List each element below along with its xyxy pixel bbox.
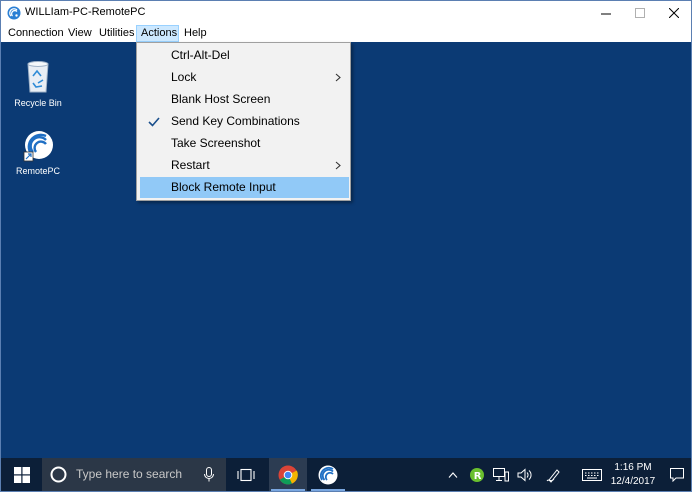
- start-button[interactable]: [1, 458, 42, 491]
- menu-item-label: Block Remote Input: [171, 180, 276, 194]
- search-placeholder: Type here to search: [76, 467, 183, 481]
- window-title: WILLIam-PC-RemotePC: [25, 6, 146, 18]
- remotepc-app-icon: [7, 6, 21, 20]
- menu-connection[interactable]: Connection: [4, 25, 68, 42]
- desktop-icon-label: Recycle Bin: [14, 98, 62, 108]
- chevron-up-icon: [448, 471, 458, 478]
- minimize-icon: [601, 13, 611, 15]
- desktop-icon-label: RemotePC: [15, 166, 60, 176]
- menu-item-take-screenshot[interactable]: Take Screenshot: [140, 133, 349, 154]
- show-hidden-icons-button[interactable]: [443, 458, 463, 491]
- menu-view[interactable]: View: [64, 25, 96, 42]
- menu-item-label: Lock: [171, 70, 197, 84]
- menu-item-restart[interactable]: Restart: [140, 155, 349, 176]
- touch-keyboard-button[interactable]: [579, 458, 605, 491]
- menu-bar: Connection View Utilities Actions Help: [1, 25, 691, 42]
- maximize-button[interactable]: [623, 1, 657, 25]
- title-bar: WILLIam-PC-RemotePC: [1, 1, 691, 25]
- windows-logo-icon: [13, 466, 30, 483]
- menu-item-ctrl-alt-del[interactable]: Ctrl-Alt-Del: [140, 45, 349, 66]
- pen-workspace-button[interactable]: [543, 458, 565, 491]
- chrome-icon: [278, 465, 298, 484]
- desktop-icon-remotepc[interactable]: RemotePC: [8, 130, 68, 176]
- notification-icon: [670, 467, 684, 482]
- menu-actions[interactable]: Actions: [136, 25, 179, 42]
- menu-item-blank-host-screen[interactable]: Blank Host Screen: [140, 89, 349, 110]
- clock-date: 12/4/2017: [610, 476, 656, 487]
- actions-menu: Ctrl-Alt-Del Lock Blank Host Screen Send…: [136, 42, 351, 201]
- remotepc-icon: [23, 131, 53, 162]
- svg-text:R: R: [474, 471, 482, 482]
- task-view-icon: [237, 468, 255, 481]
- volume-button[interactable]: [514, 458, 536, 491]
- remotepc-window: WILLIam-PC-RemotePC Connection View Util…: [0, 0, 692, 492]
- keyboard-icon: [582, 468, 602, 481]
- speaker-icon: [517, 467, 532, 482]
- menu-item-lock[interactable]: Lock: [140, 67, 349, 88]
- taskbar-clock[interactable]: 1:16 PM 12/4/2017: [608, 461, 658, 489]
- task-view-button[interactable]: [227, 458, 265, 491]
- network-button[interactable]: [490, 458, 512, 491]
- menu-item-send-key-combinations[interactable]: Send Key Combinations: [140, 111, 349, 132]
- action-center-button[interactable]: [663, 458, 691, 491]
- menu-item-label: Ctrl-Alt-Del: [171, 48, 230, 62]
- menu-item-block-remote-input[interactable]: Block Remote Input: [140, 177, 349, 198]
- maximize-icon: [635, 8, 645, 18]
- cortana-icon: [50, 466, 67, 483]
- microphone-icon: [204, 467, 214, 482]
- menu-item-label: Take Screenshot: [171, 136, 261, 150]
- menu-item-label: Send Key Combinations: [171, 114, 300, 128]
- taskbar: Type here to search R 1:16 PM 12/4/2017: [1, 458, 691, 491]
- active-app-indicator: [311, 489, 345, 491]
- desktop-icon-recycle-bin[interactable]: Recycle Bin: [8, 58, 68, 108]
- recycle-bin-icon: [27, 61, 49, 93]
- menu-utilities[interactable]: Utilities: [95, 25, 138, 42]
- menu-item-label: Restart: [171, 158, 210, 172]
- menu-item-label: Blank Host Screen: [171, 92, 271, 106]
- network-icon: [493, 467, 509, 481]
- minimize-button[interactable]: [589, 1, 623, 25]
- taskbar-remotepc-button[interactable]: [309, 458, 347, 491]
- taskbar-chrome-button[interactable]: [269, 458, 307, 491]
- green-r-app-icon: R: [470, 467, 484, 482]
- remotepc-icon: [318, 465, 338, 484]
- pen-icon: [546, 468, 560, 483]
- close-icon: [669, 8, 679, 18]
- close-button[interactable]: [657, 1, 691, 25]
- taskbar-search-box[interactable]: Type here to search: [42, 458, 226, 491]
- menu-help[interactable]: Help: [180, 25, 211, 42]
- active-app-indicator: [271, 489, 305, 491]
- tray-app-button[interactable]: R: [466, 458, 488, 491]
- clock-time: 1:16 PM: [614, 462, 652, 473]
